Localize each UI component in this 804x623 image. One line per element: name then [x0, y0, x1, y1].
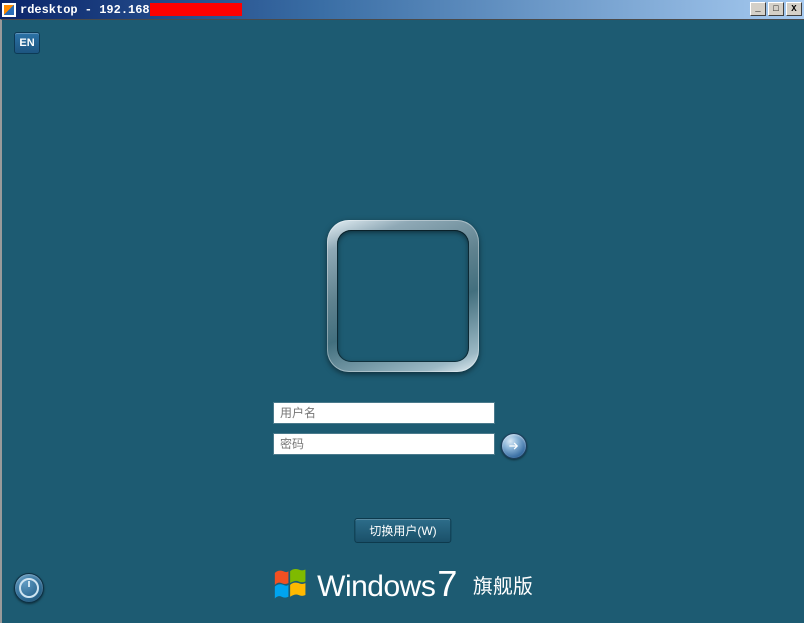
remote-desktop-area: EN 切换用户(W) Windows7 旗舰版	[0, 19, 804, 623]
maximize-button[interactable]: □	[768, 2, 784, 16]
redacted-ip	[150, 3, 242, 16]
minimize-button[interactable]: _	[750, 2, 766, 16]
window-controls: _ □ X	[748, 2, 802, 16]
arrow-right-icon	[507, 439, 521, 453]
brand-product-name: Windows	[317, 570, 435, 603]
login-form	[273, 402, 533, 455]
close-button[interactable]: X	[786, 2, 802, 16]
brand-product: Windows7	[317, 563, 457, 605]
password-input[interactable]	[273, 433, 495, 455]
password-row	[273, 433, 495, 455]
windows-logo-icon	[273, 569, 307, 599]
submit-button[interactable]	[501, 433, 527, 459]
switch-user-button[interactable]: 切换用户(W)	[354, 518, 451, 543]
user-avatar	[337, 230, 469, 362]
ease-of-access-button[interactable]	[14, 573, 44, 603]
brand-version: 7	[437, 563, 457, 604]
os-branding: Windows7 旗舰版	[273, 563, 533, 605]
window-title: rdesktop - 192.168	[20, 3, 150, 17]
window-titlebar: rdesktop - 192.168 _ □ X	[0, 0, 804, 19]
user-avatar-frame	[327, 220, 479, 372]
language-indicator[interactable]: EN	[14, 32, 40, 54]
username-row	[273, 402, 495, 424]
brand-edition: 旗舰版	[473, 570, 533, 599]
app-icon	[2, 3, 16, 17]
username-input[interactable]	[273, 402, 495, 424]
